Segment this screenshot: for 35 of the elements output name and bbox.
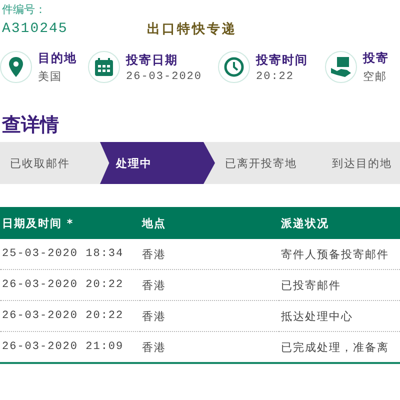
table-cell: 香港 bbox=[140, 300, 279, 332]
progress-step: 已离开投寄地 bbox=[215, 142, 322, 184]
table-cell: 香港 bbox=[140, 239, 279, 270]
progress-step: 处理中 bbox=[100, 142, 215, 184]
table-cell: 26-03-2020 21:09 bbox=[0, 332, 140, 363]
location-pin-icon bbox=[9, 57, 23, 77]
hand-package-icon bbox=[331, 57, 351, 77]
clock-icon bbox=[224, 57, 244, 77]
table-cell: 抵达处理中心 bbox=[279, 300, 400, 332]
column-header: 地点 bbox=[140, 207, 279, 239]
table-cell: 26-03-2020 20:22 bbox=[0, 270, 140, 300]
table-cell: 已完成处理，准备离 bbox=[279, 332, 400, 363]
info-title: 投寄日期 bbox=[126, 52, 179, 68]
progress-step: 已收取邮件 bbox=[0, 142, 100, 184]
info-value: 20:22 bbox=[256, 70, 296, 82]
column-header: 日期及时间 * bbox=[0, 207, 140, 239]
table-cell: 已投寄邮件 bbox=[279, 270, 400, 300]
service-name: 出口特快专递 bbox=[147, 20, 237, 38]
info-title: 目的地 bbox=[38, 50, 77, 67]
info-value: 26-03-2020 bbox=[126, 70, 202, 82]
calendar-icon bbox=[95, 58, 113, 76]
tracking-number: A310245 bbox=[2, 21, 69, 37]
info-title: 投寄 bbox=[363, 50, 389, 67]
table-cell: 香港 bbox=[140, 332, 279, 363]
info-title: 投寄时间 bbox=[256, 52, 308, 68]
section-heading: 查详情 bbox=[0, 113, 60, 138]
progress-step: 到达目的地 bbox=[322, 142, 400, 184]
table-cell: 25-03-2020 18:34 bbox=[0, 239, 140, 270]
table-cell: 寄件人预备投寄邮件 bbox=[279, 239, 400, 270]
info-value: 空邮 bbox=[363, 70, 388, 84]
table-cell: 26-03-2020 20:22 bbox=[0, 300, 140, 332]
info-value: 美国 bbox=[38, 70, 63, 84]
tracking-label: 件编号： bbox=[2, 2, 47, 17]
column-header: 派递状况 bbox=[279, 207, 400, 239]
table-cell: 香港 bbox=[140, 270, 279, 300]
